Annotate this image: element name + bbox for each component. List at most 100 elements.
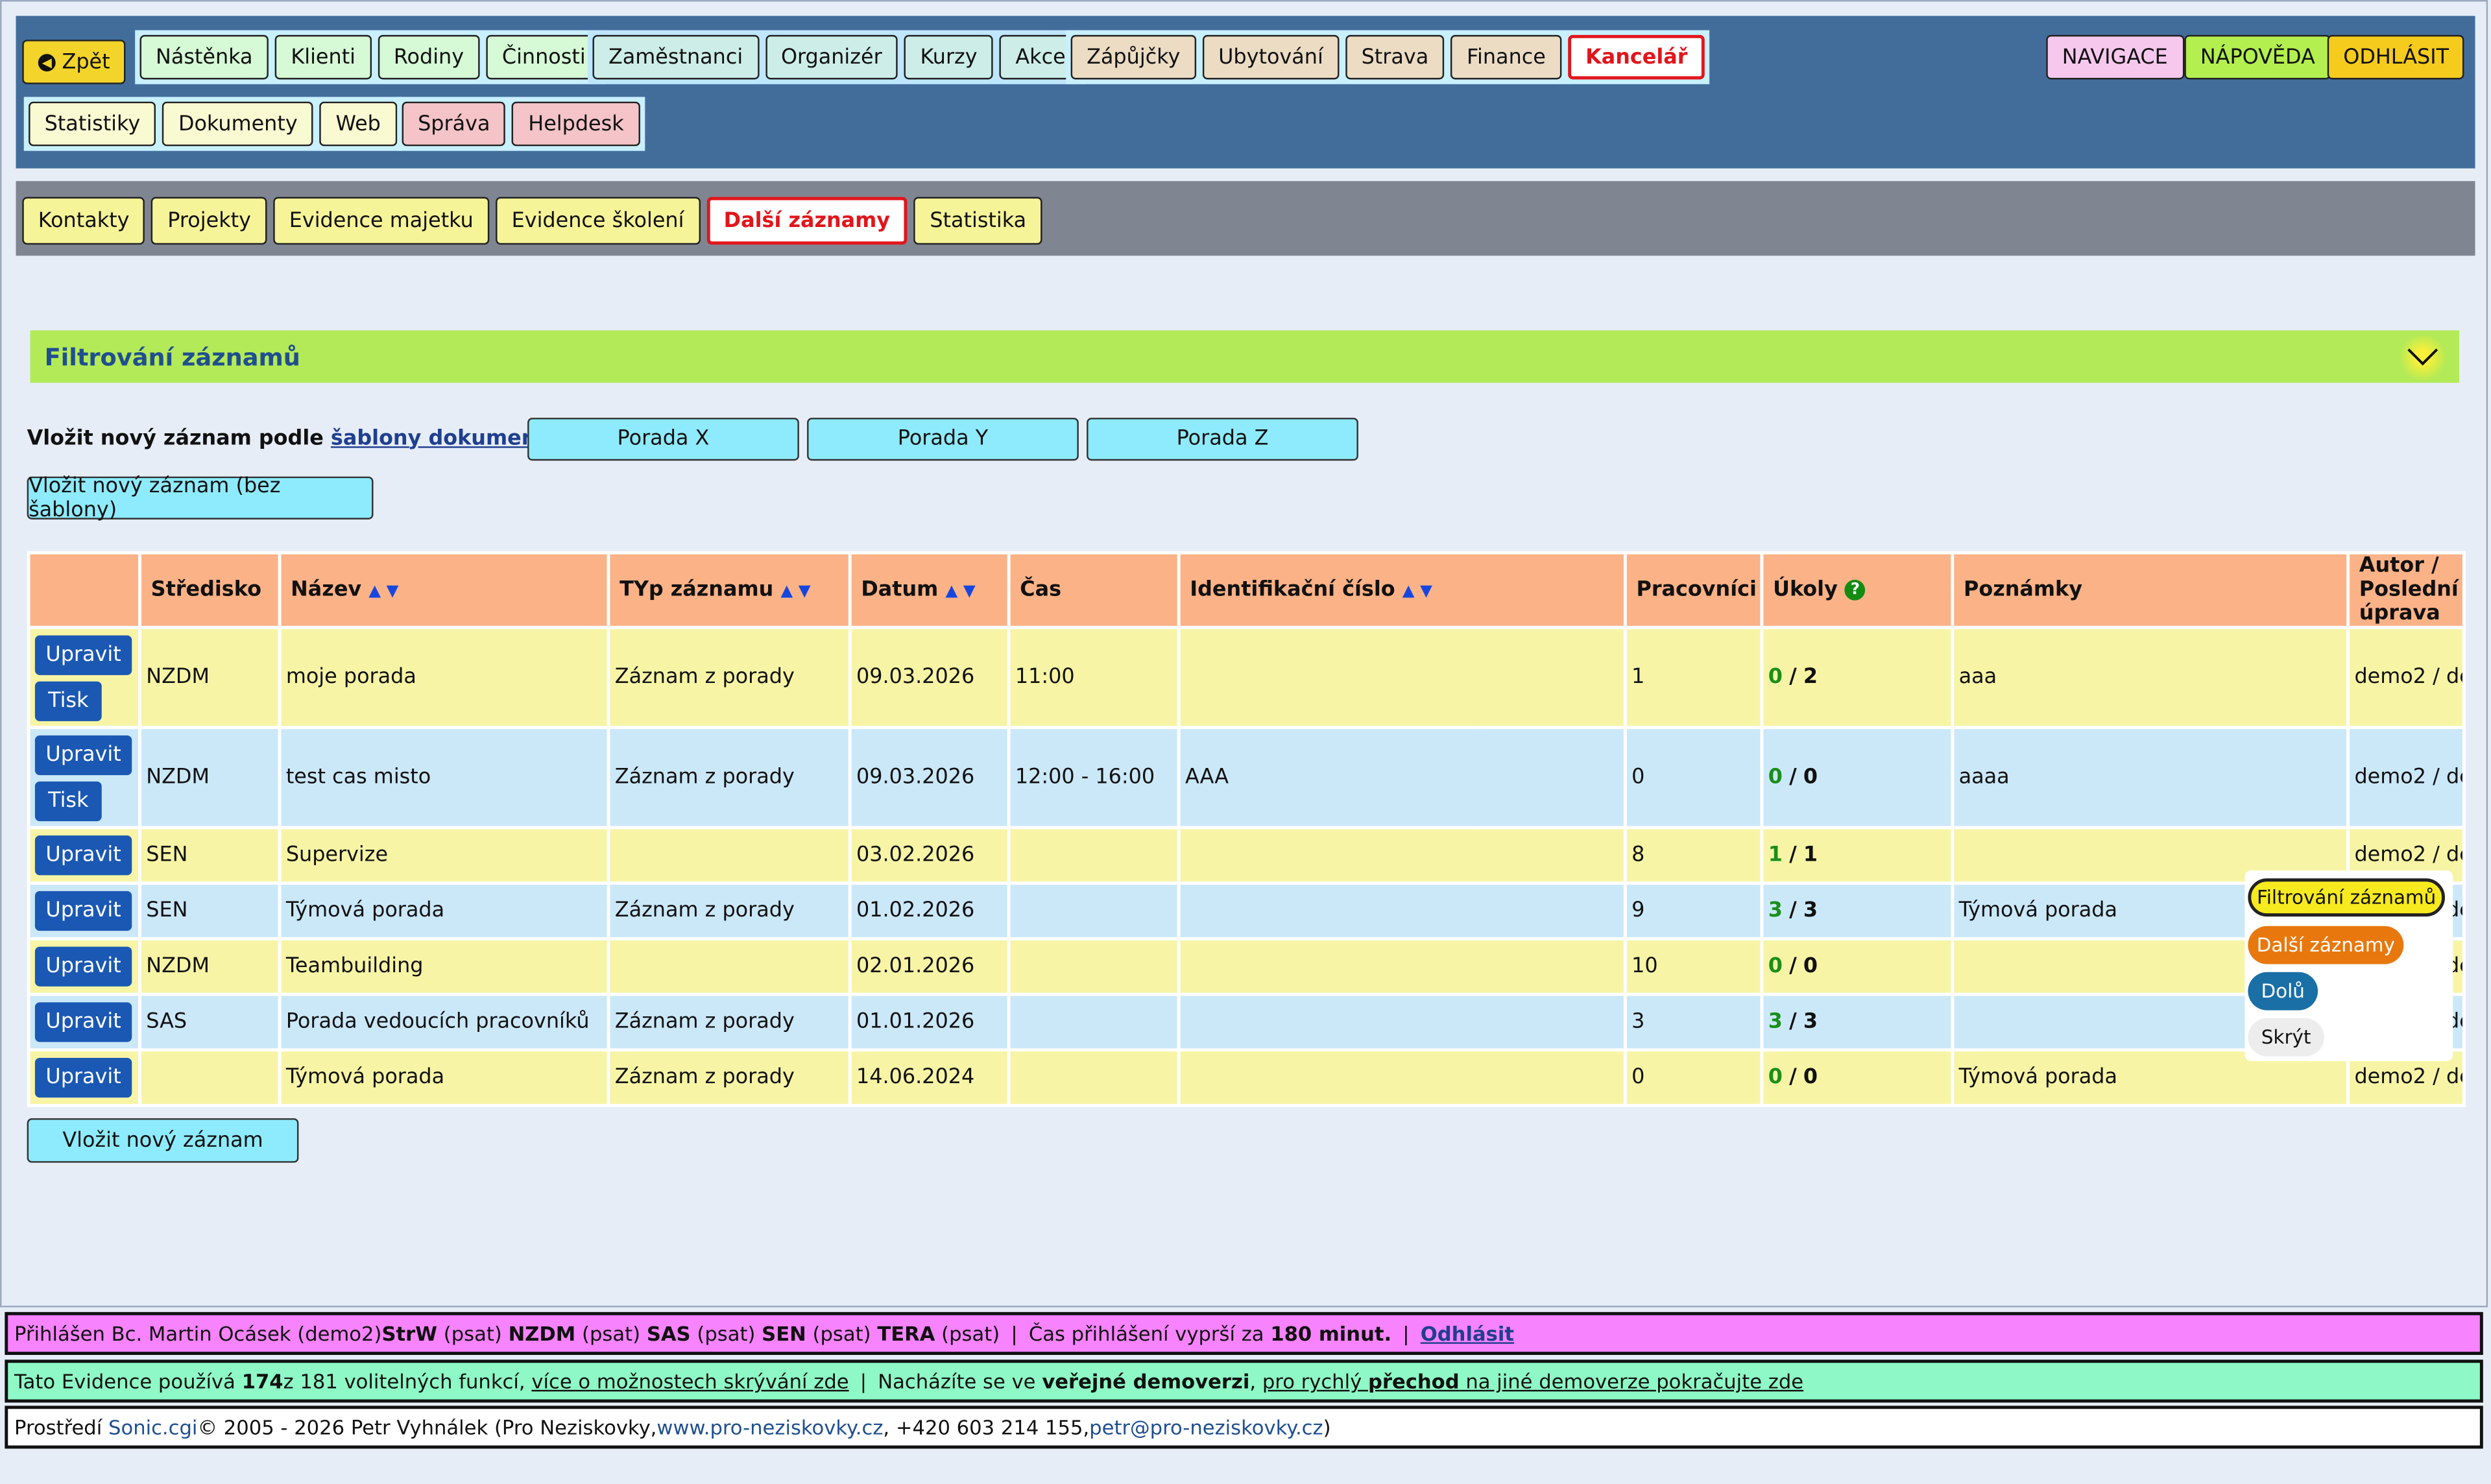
template-button-porada-x[interactable]: Porada X [527,418,799,461]
tasks-total: 3 [1803,899,1818,923]
nav-statistics[interactable]: Statistiky [29,101,156,147]
tasks-total: 1 [1803,843,1818,868]
tasks-total: 0 [1803,765,1818,790]
nav-office[interactable]: Kancelář [1568,34,1705,80]
template-row: Vložit nový záznam podle šablony dokumen… [27,416,569,461]
col-date[interactable]: Datum ▲ ▼ [848,551,1011,629]
subnav-assets[interactable]: Evidence majetku [273,197,490,245]
table-row: Upravit SEN Týmová porada Záznam z porady 01… [27,881,2466,940]
subnav-projects[interactable]: Projekty [151,197,267,245]
nav-group-staff: Zaměstnanci Organizér Kurzy Akce [588,30,1087,84]
edit-button[interactable]: Upravit [34,1002,132,1042]
nav-loans[interactable]: Zápůjčky [1070,34,1196,80]
templates-link[interactable]: šablony dokumentů [331,427,560,451]
nav-web[interactable]: Web [319,101,397,147]
email-link[interactable]: petr@pro-neziskovky.cz [1089,1415,1323,1439]
quick-menu-other-records[interactable]: Další záznamy [2248,926,2404,964]
demo-switch-link[interactable]: pro rychlý přechod na jiné demoverze pok… [1262,1369,1803,1393]
cell-id [1177,881,1627,940]
col-name[interactable]: Název ▲ ▼ [278,551,610,629]
quick-menu-down[interactable]: Dolů [2248,972,2318,1011]
edit-button[interactable]: Upravit [34,946,132,987]
new-record-button[interactable]: Vložit nový záznam [27,1118,299,1163]
nav-dashboard[interactable]: Nástěnka [139,34,269,80]
nav-group-office: Zápůjčky Ubytování Strava Finance Kancel… [1066,30,1710,84]
cell-type: Záznam z porady [607,992,852,1052]
edit-button[interactable]: Upravit [34,1058,132,1098]
subnav-statistics[interactable]: Statistika [913,197,1042,245]
nav-activities[interactable]: Činnosti [486,34,602,80]
nav-courses[interactable]: Kurzy [904,34,994,80]
footer-logout-link[interactable]: Odhlásit [1421,1322,1514,1346]
sort-icon[interactable]: ▲ ▼ [1402,583,1432,601]
col-type[interactable]: TYp záznamu ▲ ▼ [607,551,852,629]
nav-families[interactable]: Rodiny [378,34,480,80]
role: TERA (psat) [877,1321,1000,1346]
tasks-total: 2 [1803,665,1818,689]
sort-icon[interactable]: ▲ ▼ [368,583,398,601]
records-table: Středisko Název ▲ ▼ TYp záznamu ▲ ▼ Datu… [27,551,2466,1107]
features-link[interactable]: více o možnostech skrývání zde [531,1369,848,1393]
cell-tasks: 0 / 0 [1760,726,1955,830]
subnav-other-records[interactable]: Další záznamy [706,197,908,245]
cell-name: Supervize [278,826,610,885]
nav-accommodation[interactable]: Ubytování [1202,34,1340,80]
subnav-contacts[interactable]: Kontakty [22,197,145,245]
cell-type: Záznam z porady [607,881,852,940]
cell-workers: 0 [1623,726,1764,830]
nav-documents[interactable]: Dokumenty [162,101,314,147]
help-icon[interactable]: ? [1844,579,1866,601]
cell-name: Týmová porada [278,1048,610,1107]
edit-button[interactable]: Upravit [34,734,132,774]
row-actions: Upravit Tisk [27,726,141,830]
nav-clients[interactable]: Klienti [274,34,372,80]
edit-button[interactable]: Upravit [34,891,132,931]
cell-tasks: 3 / 3 [1760,881,1955,940]
chevron-down-icon[interactable] [2398,333,2447,381]
tasks-done: 0 [1768,665,1783,689]
quick-menu-hide[interactable]: Skrýt [2248,1018,2324,1057]
sort-icon[interactable]: ▲ ▼ [945,583,975,601]
cell-center: SEN [138,881,282,940]
nav-employees[interactable]: Zaměstnanci [592,34,759,80]
nav-meals[interactable]: Strava [1345,34,1445,80]
table-row: Upravit Týmová porada Záznam z porady 14.06… [27,1048,2466,1107]
cell-center: SEN [138,826,282,885]
new-record-no-template-button[interactable]: Vložit nový záznam (bez šablony) [27,474,374,521]
tasks-total: 0 [1803,1066,1818,1090]
print-button[interactable]: Tisk [34,780,102,820]
nav-organizer[interactable]: Organizér [765,34,898,80]
login-footer: Přihlášen Bc. Martin Ocásek (demo2) StrW… [5,1311,2483,1355]
template-button-porada-z[interactable]: Porada Z [1087,418,1358,461]
cell-time [1007,1048,1181,1107]
website-link[interactable]: www.pro-neziskovky.cz [656,1415,883,1439]
template-label: Vložit nový záznam podle šablony dokumen… [27,426,569,451]
col-id[interactable]: Identifikační číslo ▲ ▼ [1177,551,1627,629]
cell-date: 02.01.2026 [848,937,1011,996]
subnav-trainings[interactable]: Evidence školení [496,197,700,245]
edit-button[interactable]: Upravit [34,835,132,876]
tasks-total: 3 [1803,1010,1818,1035]
nav-finance[interactable]: Finance [1450,34,1562,80]
print-button[interactable]: Tisk [34,680,102,721]
cell-workers: 3 [1623,992,1764,1052]
logout-button[interactable]: ODHLÁSIT [2327,34,2465,80]
sonic-link[interactable]: Sonic.cgi [108,1415,197,1439]
quick-menu-filter[interactable]: Filtrování záznamů [2248,878,2446,917]
cell-type: Záznam z porady [607,625,852,730]
nav-helpdesk[interactable]: Helpdesk [512,101,640,147]
filter-bar[interactable]: Filtrování záznamů [30,330,2460,383]
back-button[interactable]: ◀ Zpět [22,40,126,84]
nav-group-clients: Nástěnka Klienti Rodiny Činnosti [135,30,607,84]
quick-menu: Filtrování záznamů Další záznamy Dolů Sk… [2244,870,2453,1061]
cell-center: NZDM [138,937,282,996]
col-notes: Poznámky [1951,551,2350,629]
sort-icon[interactable]: ▲ ▼ [780,583,810,601]
navigation-button[interactable]: NAVIGACE [2046,34,2184,80]
cell-tasks: 0 / 0 [1760,1048,1955,1107]
nav-administration[interactable]: Správa [402,101,506,147]
cell-tasks: 0 / 2 [1760,625,1955,730]
help-button[interactable]: NÁPOVĚDA [2184,34,2331,80]
template-button-porada-y[interactable]: Porada Y [807,418,1079,461]
edit-button[interactable]: Upravit [34,634,132,675]
